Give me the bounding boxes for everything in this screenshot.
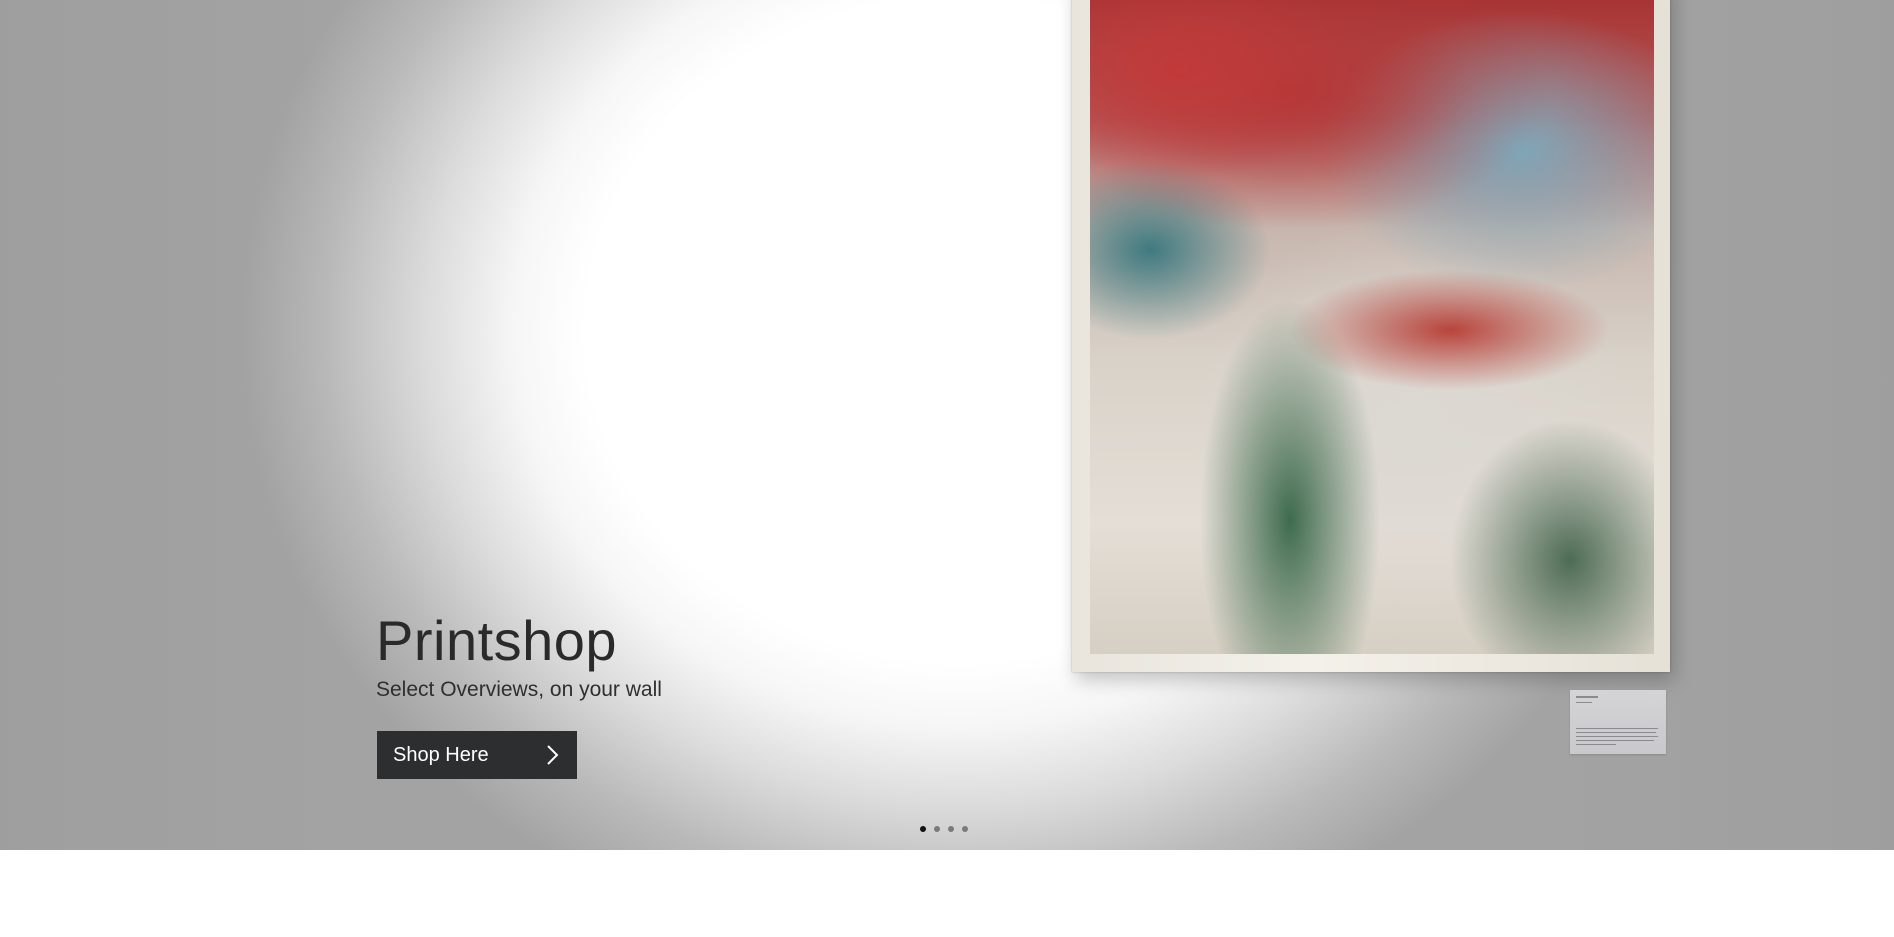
chevron-right-icon bbox=[529, 731, 577, 779]
carousel-dot-3[interactable] bbox=[948, 826, 954, 832]
carousel-dot-2[interactable] bbox=[934, 826, 940, 832]
carousel-dot-4[interactable] bbox=[962, 826, 968, 832]
carousel-dots bbox=[920, 826, 968, 832]
shop-here-label: Shop Here bbox=[393, 743, 489, 766]
carousel-dot-1[interactable] bbox=[920, 826, 926, 832]
hero-banner: Printshop Select Overviews, on your wall… bbox=[0, 0, 1894, 850]
framed-print bbox=[1072, 0, 1670, 672]
hero-title: Printshop bbox=[376, 609, 618, 672]
shop-here-button[interactable]: Shop Here bbox=[377, 731, 577, 779]
info-plaque bbox=[1570, 690, 1666, 754]
hero-subtitle: Select Overviews, on your wall bbox=[376, 678, 662, 701]
artwork-image bbox=[1090, 0, 1654, 654]
